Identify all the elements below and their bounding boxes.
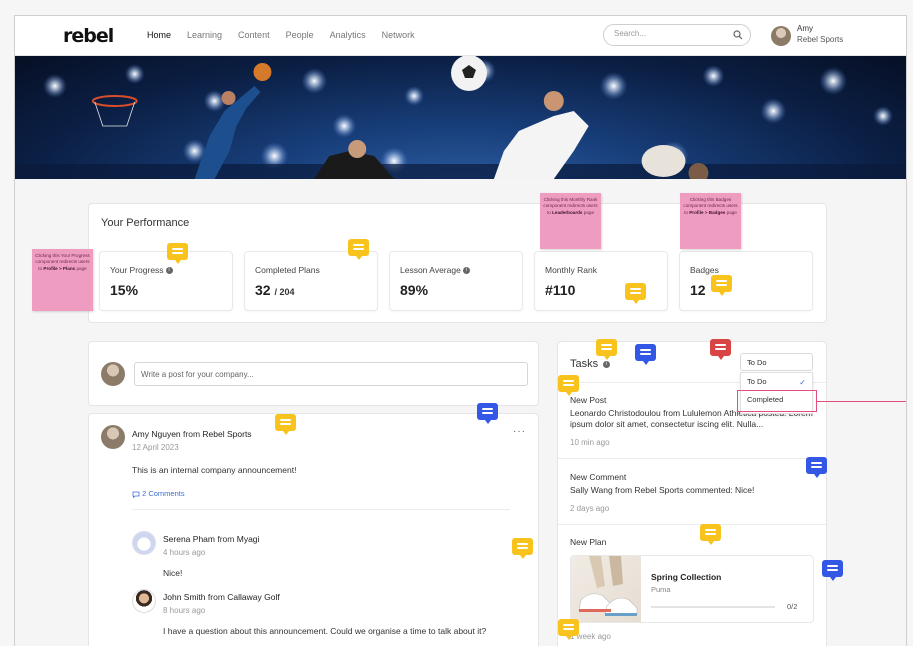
comment-author: John Smith from Callaway Golf [163, 592, 280, 602]
plan-progress-bar [651, 606, 775, 608]
feed-post: Amy Nguyen from Rebel Sports 12 April 20… [88, 413, 539, 646]
comment-badge-icon[interactable] [348, 239, 369, 260]
post-date: 12 April 2023 [132, 443, 179, 452]
comment-badge-icon[interactable] [558, 375, 579, 396]
plan-card[interactable]: Spring Collection Puma 0/2 [570, 555, 814, 623]
info-icon[interactable]: i [603, 360, 611, 368]
comment-badge-icon[interactable] [275, 414, 296, 435]
comment-badge-icon[interactable] [710, 339, 731, 360]
stat-label: Lesson Average i [400, 265, 470, 275]
comment-badge-icon[interactable] [822, 560, 843, 581]
info-icon[interactable]: i [462, 267, 470, 275]
comment-icon [132, 491, 140, 498]
comment-time: 4 hours ago [163, 548, 206, 557]
divider [132, 509, 510, 510]
stat-value: 15% [110, 282, 139, 298]
nav-analytics[interactable]: Analytics [330, 30, 366, 40]
comments-link[interactable]: 2 Comments [132, 489, 185, 498]
search-icon[interactable] [732, 29, 744, 41]
stat-label: Your Progress i [110, 265, 173, 275]
user-avatar[interactable] [771, 26, 791, 46]
stat-value: #110 [545, 282, 576, 298]
comment-badge-icon[interactable] [711, 275, 732, 296]
task-type: New Post [570, 395, 607, 405]
comment-badge-icon[interactable] [700, 524, 721, 545]
chevron-down-icon: ⌄ [747, 359, 753, 366]
post-author: Amy Nguyen from Rebel Sports [132, 429, 252, 439]
annotation-highlight-box [737, 390, 817, 412]
divider [558, 524, 826, 525]
nav-content[interactable]: Content [238, 30, 270, 40]
user-name: Amy [797, 24, 813, 33]
post-composer [88, 341, 539, 406]
stat-label: Monthly Rank [545, 265, 597, 275]
stat-value: 32 / 204 [255, 282, 295, 298]
annotation-sticky-note-badges: Clicking this Badges component redirects… [680, 193, 741, 249]
post-author-company[interactable]: Rebel Sports [202, 429, 251, 439]
top-navigation-bar: rebel Home Learning Content People Analy… [15, 16, 906, 56]
stadium-sports-banner-image [15, 56, 906, 179]
stat-label: Badges [690, 265, 719, 275]
nav-learning[interactable]: Learning [187, 30, 222, 40]
commenter-avatar[interactable] [132, 531, 156, 555]
plan-progress-count: 0/2 [787, 602, 798, 611]
task-type: New Comment [570, 472, 627, 482]
sneaker-image [578, 556, 638, 616]
comment-author: Serena Pham from Myagi [163, 534, 260, 544]
comment-badge-icon[interactable] [512, 538, 533, 559]
task-time: 10 min ago [570, 438, 610, 447]
post-body: This is an internal company announcement… [132, 465, 297, 475]
stat-completed-plans[interactable]: Completed Plans 32 / 204 [244, 251, 378, 311]
stat-badges[interactable]: Badges 12 [679, 251, 813, 311]
divider [558, 458, 826, 459]
annotation-connector-line [817, 401, 906, 402]
comment-badge-icon[interactable] [596, 339, 617, 360]
info-icon[interactable]: i [165, 267, 173, 275]
more-options-icon[interactable]: ··· [513, 426, 526, 437]
comment-text: Nice! [163, 568, 183, 578]
task-text: Sally Wang from Rebel Sports commented: … [570, 485, 755, 495]
stat-label: Completed Plans [255, 265, 320, 275]
nav-network[interactable]: Network [382, 30, 415, 40]
task-type: New Plan [570, 537, 607, 547]
comment-badge-icon[interactable] [477, 403, 498, 424]
stat-monthly-rank[interactable]: Monthly Rank #110 [534, 251, 668, 311]
comment-badge-icon[interactable] [635, 344, 656, 365]
task-filter-select[interactable]: To Do ⌄ [740, 353, 813, 371]
main-nav: Home Learning Content People Analytics N… [147, 30, 431, 40]
comment-time: 8 hours ago [163, 606, 206, 615]
stat-lesson-average[interactable]: Lesson Average i 89% [389, 251, 523, 311]
post-author-name[interactable]: Amy Nguyen [132, 429, 181, 439]
comment-badge-icon[interactable] [806, 457, 827, 478]
performance-title: Your Performance [101, 217, 190, 229]
app-frame: rebel Home Learning Content People Analy… [14, 15, 907, 646]
stat-value: 12 [690, 282, 706, 298]
stat-total: / 204 [274, 287, 295, 297]
rebel-logo[interactable]: rebel [63, 25, 114, 47]
annotation-sticky-note-rank: Clicking this Monthly Rank component red… [540, 193, 601, 249]
search-box[interactable] [603, 24, 751, 46]
task-time: 2 days ago [570, 504, 610, 513]
composer-avatar [101, 362, 125, 386]
search-input[interactable] [614, 29, 724, 38]
user-company: Rebel Sports [797, 35, 844, 44]
commenter-avatar[interactable] [132, 589, 156, 613]
post-input[interactable] [134, 362, 528, 386]
plan-thumbnail-image [571, 556, 641, 622]
nav-people[interactable]: People [286, 30, 314, 40]
comment-badge-icon[interactable] [167, 243, 188, 264]
nav-home[interactable]: Home [147, 30, 171, 40]
comment-text: I have a question about this announcemen… [163, 626, 487, 636]
stat-value: 89% [400, 282, 429, 298]
plan-name: Spring Collection [651, 572, 722, 582]
plan-brand: Puma [651, 585, 671, 594]
checkmark-icon: ✓ [799, 378, 806, 387]
comment-badge-icon[interactable] [625, 283, 646, 304]
comment-badge-icon[interactable] [558, 619, 579, 640]
annotation-sticky-note-progress: Clicking this Your Progress component re… [32, 249, 93, 311]
post-author-avatar[interactable] [101, 425, 125, 449]
stat-your-progress[interactable]: Your Progress i 15% [99, 251, 233, 311]
hero-banner [15, 56, 906, 179]
filter-option-todo[interactable]: To Do [747, 377, 767, 386]
